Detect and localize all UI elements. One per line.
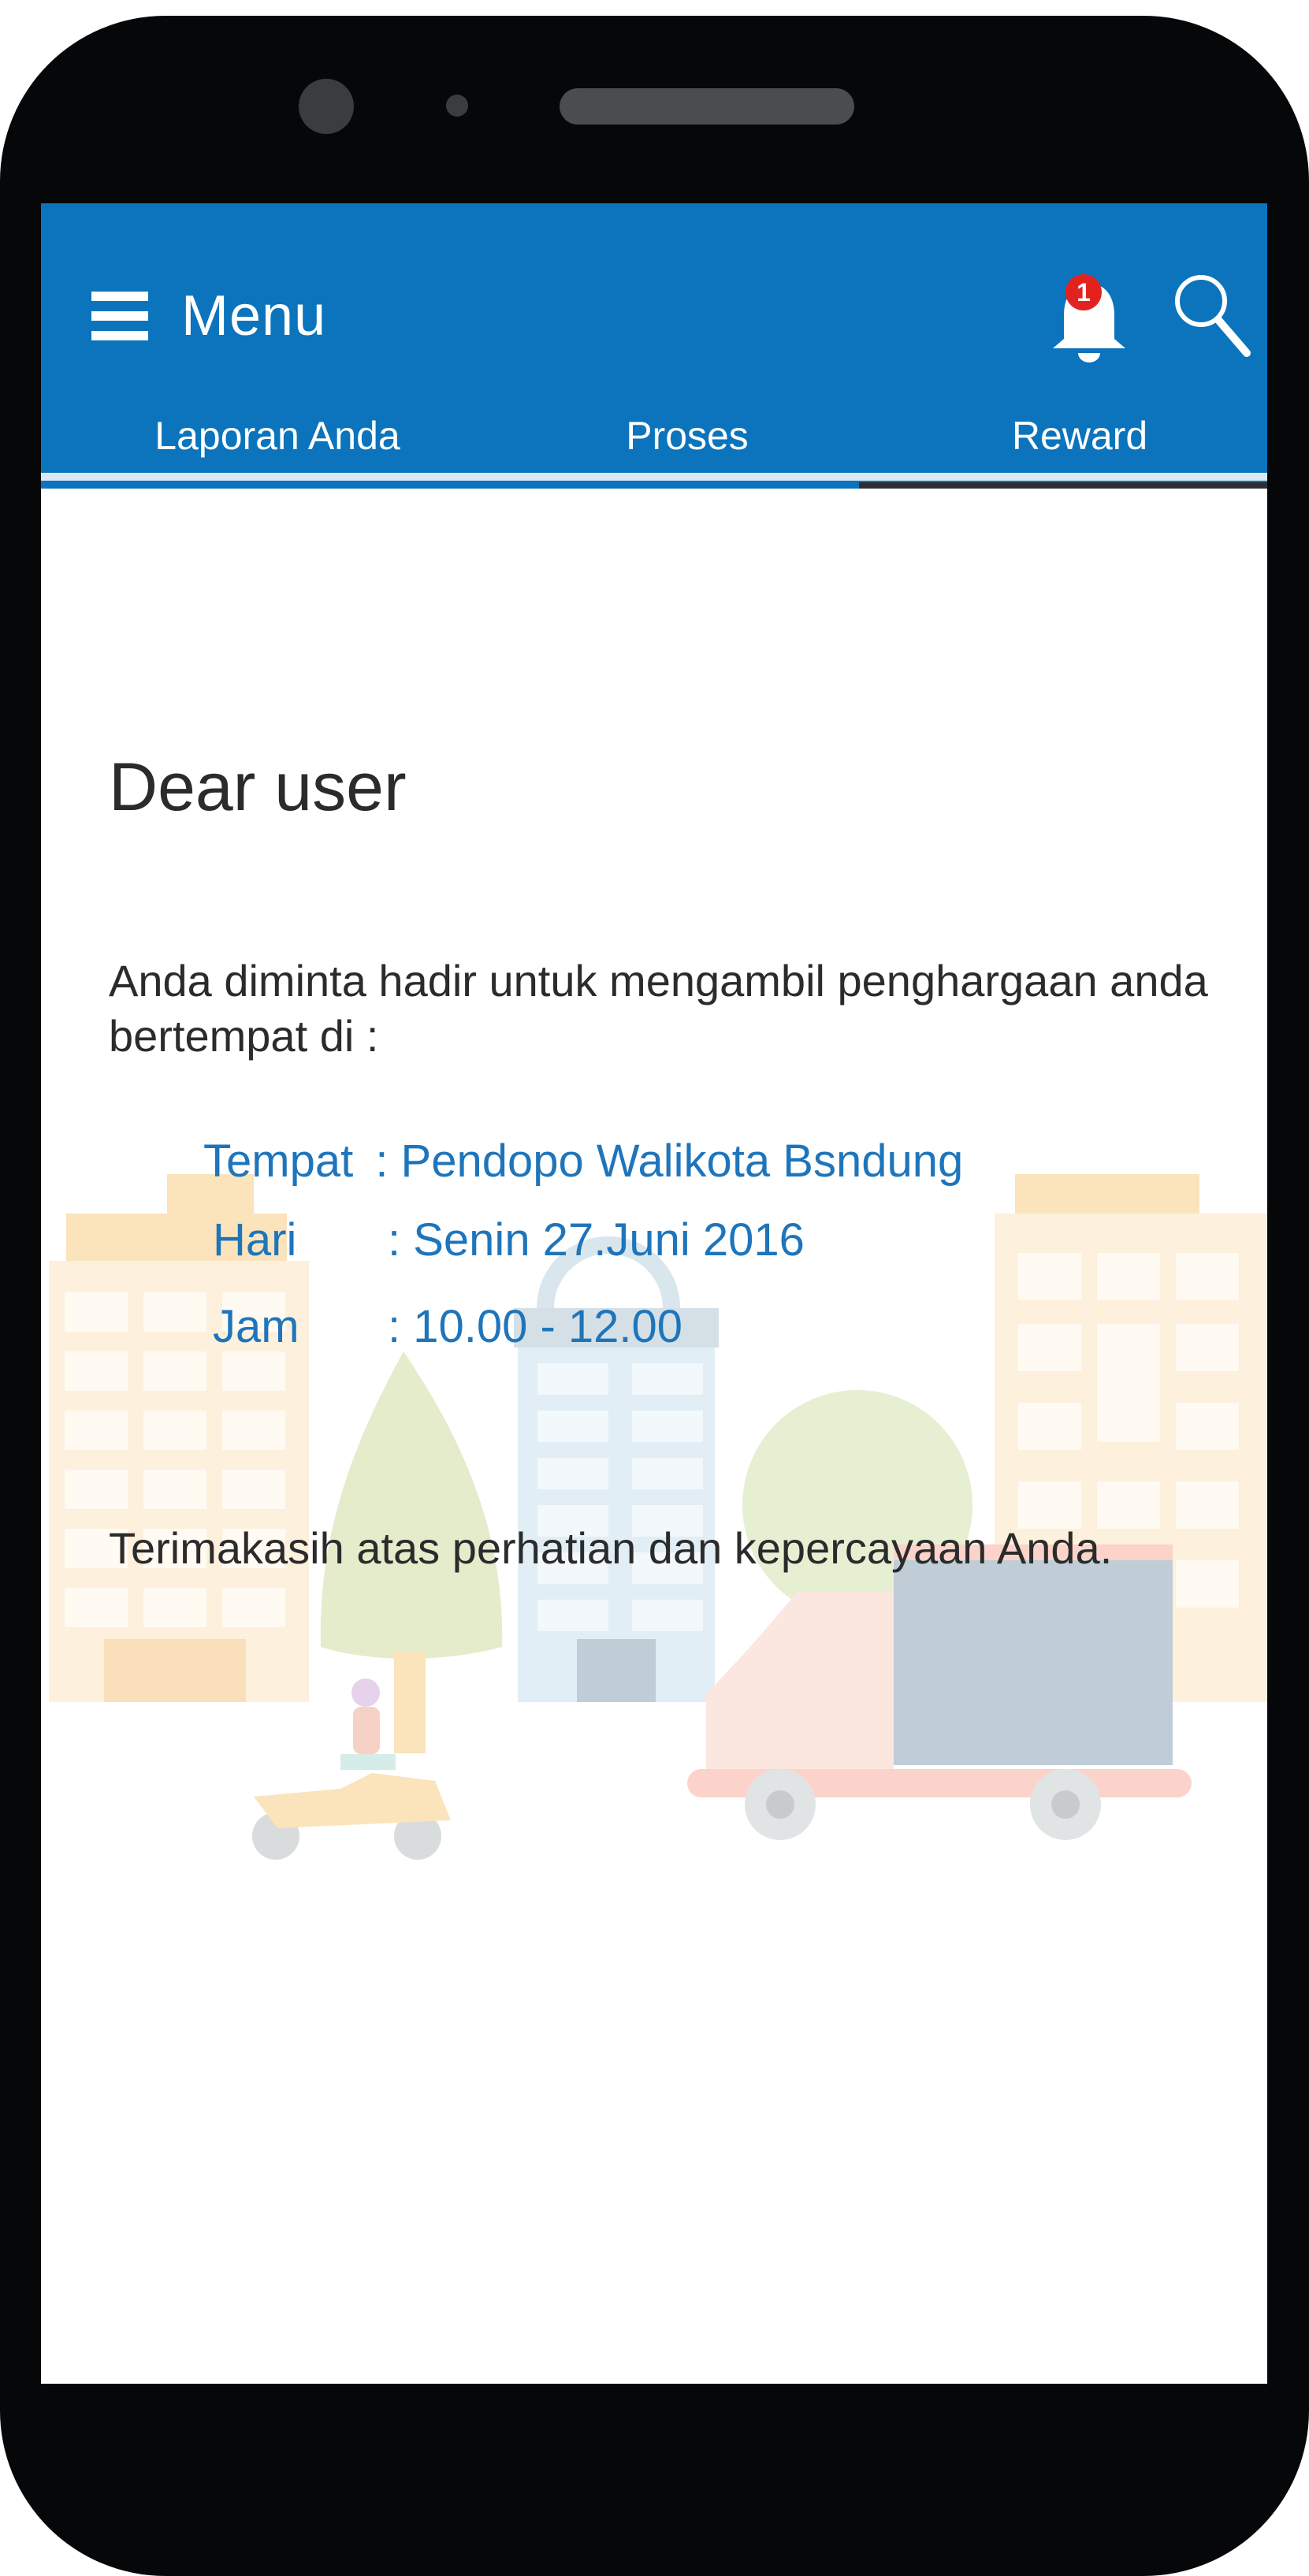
detail-label: Hari [213, 1214, 297, 1266]
proximity-sensor [446, 95, 468, 117]
tab-reward[interactable]: Reward [892, 408, 1267, 463]
tab-laporan-anda[interactable]: Laporan Anda [73, 408, 482, 463]
menu-button[interactable]: Menu [91, 273, 326, 359]
menu-label: Menu [181, 284, 327, 348]
detail-value: : 10.00 - 12.00 [388, 1301, 683, 1352]
detail-value: : Pendopo Walikota Bsndung [375, 1136, 964, 1187]
notification-badge: 1 [1065, 274, 1102, 310]
detail-row-jam: Jam : 10.00 - 12.00 [213, 1300, 682, 1353]
intro-text: Anda diminta hadir untuk mengambil pengh… [109, 956, 1208, 1061]
tab-indicator-track [859, 482, 1267, 489]
search-button[interactable] [1168, 266, 1255, 369]
earpiece-speaker [560, 88, 854, 125]
tab-divider [41, 473, 1267, 481]
closing-text: Terimakasih atas perhatian dan kepercaya… [109, 1523, 1113, 1573]
phone-screen: Menu 1 Laporan Anda Proses Reward Dear u… [41, 203, 1267, 2384]
reward-message-panel: Dear user Anda diminta hadir untuk menga… [41, 489, 1267, 2384]
notification-button[interactable]: 1 [1026, 266, 1152, 369]
hamburger-icon [91, 292, 148, 340]
detail-row-tempat: Tempat : Pendopo Walikota Bsndung [203, 1135, 963, 1188]
detail-value: : Senin 27.Juni 2016 [388, 1214, 805, 1266]
detail-row-hari: Hari : Senin 27.Juni 2016 [213, 1214, 805, 1266]
detail-label: Jam [213, 1301, 299, 1352]
active-tab-indicator [41, 482, 859, 489]
greeting-title: Dear user [109, 749, 407, 825]
app-bar: Menu 1 Laporan Anda Proses Reward [41, 203, 1267, 482]
tab-proses[interactable]: Proses [482, 408, 892, 463]
front-camera [299, 79, 354, 134]
detail-label: Tempat [203, 1136, 354, 1187]
search-icon [1175, 275, 1251, 357]
